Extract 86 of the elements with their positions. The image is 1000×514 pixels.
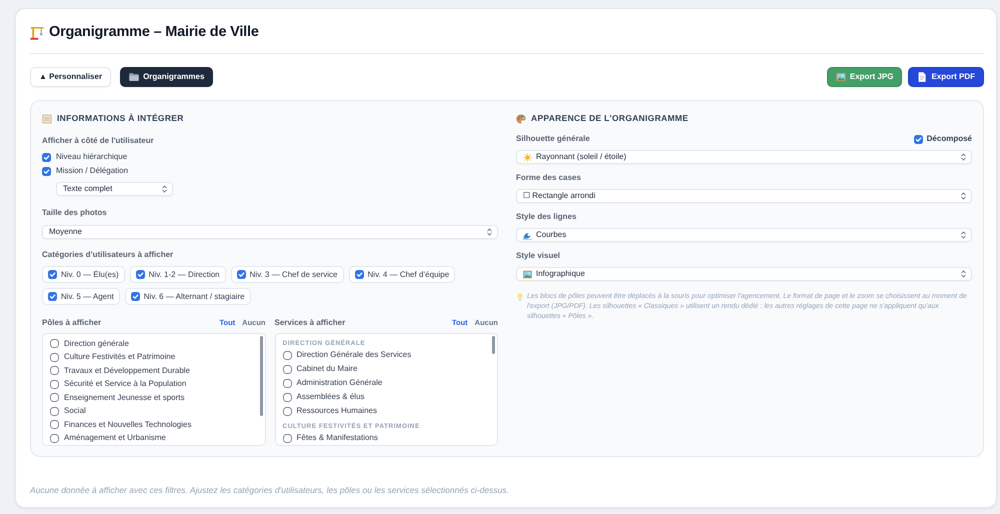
checkbox[interactable] <box>914 134 923 144</box>
pole-label: Enseignement Jeunesse et sports <box>64 392 185 403</box>
category-chip[interactable]: Niv. 1-2 — Direction <box>130 266 226 283</box>
checkbox[interactable] <box>50 420 59 430</box>
field-label: Pôles à afficher <box>42 317 102 329</box>
checkbox[interactable] <box>50 380 59 389</box>
visual-style-select[interactable]: Infographique <box>516 267 972 281</box>
category-chip[interactable]: Niv. 5 — Agent <box>42 288 120 305</box>
checkbox[interactable] <box>282 434 292 442</box>
checkbox[interactable] <box>50 352 59 362</box>
updown-chevron-icon <box>162 185 167 193</box>
checkbox[interactable] <box>354 270 364 279</box>
checkbox[interactable] <box>48 292 57 301</box>
checkbox[interactable] <box>48 270 57 279</box>
service-label: Ressources Humaines <box>296 406 377 416</box>
pole-label: Aménagement et Urbanisme <box>64 433 166 444</box>
pole-label: Sécurité et Service à la Population <box>64 379 186 390</box>
pole-label: Direction générale <box>64 338 129 349</box>
checkbox[interactable] <box>42 152 51 162</box>
option-label: Niveau hiérarchique <box>56 151 128 163</box>
line-style-select[interactable]: Courbes <box>516 228 972 242</box>
service-label: Administration Générale <box>296 378 382 388</box>
box-shape-select[interactable]: ☐ Rectangle arrondi <box>516 189 972 203</box>
category-chip[interactable]: Niv. 4 — Chef d’équipe <box>348 266 456 283</box>
category-chip[interactable]: Niv. 3 — Chef de service <box>230 266 344 283</box>
photo-size-select[interactable]: Moyenne <box>42 225 498 239</box>
field-label: Afficher à côté de l'utilisateur <box>42 136 154 146</box>
section-title: INFORMATIONS À INTÉGRER <box>57 112 184 125</box>
scrollbar-thumb[interactable] <box>260 336 262 416</box>
field-label: Style visuel <box>516 250 560 262</box>
checkbox[interactable] <box>282 350 292 360</box>
pole-label: Social <box>64 406 86 416</box>
checkbox[interactable] <box>50 406 59 416</box>
field-label: Forme des cases <box>516 172 581 184</box>
folder-icon <box>129 72 140 82</box>
service-label: Cabinet du Maire <box>296 364 358 374</box>
checkbox[interactable] <box>42 166 51 176</box>
sun-icon <box>523 152 532 162</box>
updown-chevron-icon <box>487 228 492 236</box>
checkbox[interactable] <box>282 392 292 402</box>
checkbox[interactable] <box>282 406 292 416</box>
checkbox[interactable] <box>282 378 292 388</box>
section-title: APPARENCE DE L'ORGANIGRAMME <box>531 112 688 125</box>
page-title: Organigramme – Mairie de Ville <box>49 23 259 42</box>
lightbulb-icon <box>516 293 524 301</box>
field-label: Style des lignes <box>516 211 576 223</box>
category-chip[interactable]: Niv. 6 — Alternant / stagiaire <box>124 288 251 305</box>
field-label: Catégories d’utilisateurs à afficher <box>42 250 174 260</box>
notepad-icon <box>42 114 52 124</box>
updown-chevron-icon <box>961 153 966 161</box>
service-label: Fêtes & Manifestations <box>296 433 378 443</box>
checkbox[interactable] <box>136 270 145 279</box>
scrollbar-thumb[interactable] <box>492 336 495 354</box>
wave-icon <box>523 230 532 240</box>
checkbox[interactable] <box>130 292 140 301</box>
export-button[interactable]: Export PDF <box>908 67 984 87</box>
crane-icon <box>30 26 44 40</box>
toolbar-button[interactable]: ▲ Personnaliser <box>30 67 112 87</box>
option-label: Décomposé <box>926 133 972 145</box>
picture-icon <box>836 72 846 82</box>
palette-icon <box>516 114 526 124</box>
checkbox[interactable] <box>50 393 59 402</box>
document-icon <box>917 72 928 82</box>
updown-chevron-icon <box>961 231 966 239</box>
service-label: Assemblées & élus <box>296 392 365 402</box>
format-select[interactable]: Texte complet <box>56 182 173 196</box>
picture-icon <box>523 270 532 278</box>
category-chip[interactable]: Niv. 0 — Élu(es) <box>42 266 125 283</box>
updown-chevron-icon <box>961 270 966 278</box>
checkbox[interactable] <box>50 366 59 376</box>
checkbox[interactable] <box>236 270 246 279</box>
checkbox[interactable] <box>50 434 59 443</box>
pole-label: Travaux et Développement Durable <box>64 366 190 376</box>
updown-chevron-icon <box>961 192 966 200</box>
checkbox[interactable] <box>50 339 59 348</box>
field-label: Taille des photos <box>42 208 107 218</box>
service-label: Direction Générale des Services <box>296 350 412 360</box>
checkbox[interactable] <box>282 364 292 374</box>
silhouette-select[interactable]: Rayonnant (soleil / étoile) <box>516 150 972 164</box>
toolbar-button[interactable]: Organigrammes <box>120 67 214 87</box>
pole-label: Culture Festivités et Patrimoine <box>64 352 176 362</box>
pole-label: Finances et Nouvelles Technologies <box>64 420 192 430</box>
field-label: Silhouette générale <box>516 133 590 145</box>
option-label: Mission / Délégation <box>56 165 128 177</box>
field-label: Services à afficher <box>274 317 346 329</box>
empty-message: Aucune donnée à afficher avec ces filtres. Ajustez les catégories d'utilisateurs, les pôles ou les services sélectionnés ci-dessus. <box>30 485 509 495</box>
